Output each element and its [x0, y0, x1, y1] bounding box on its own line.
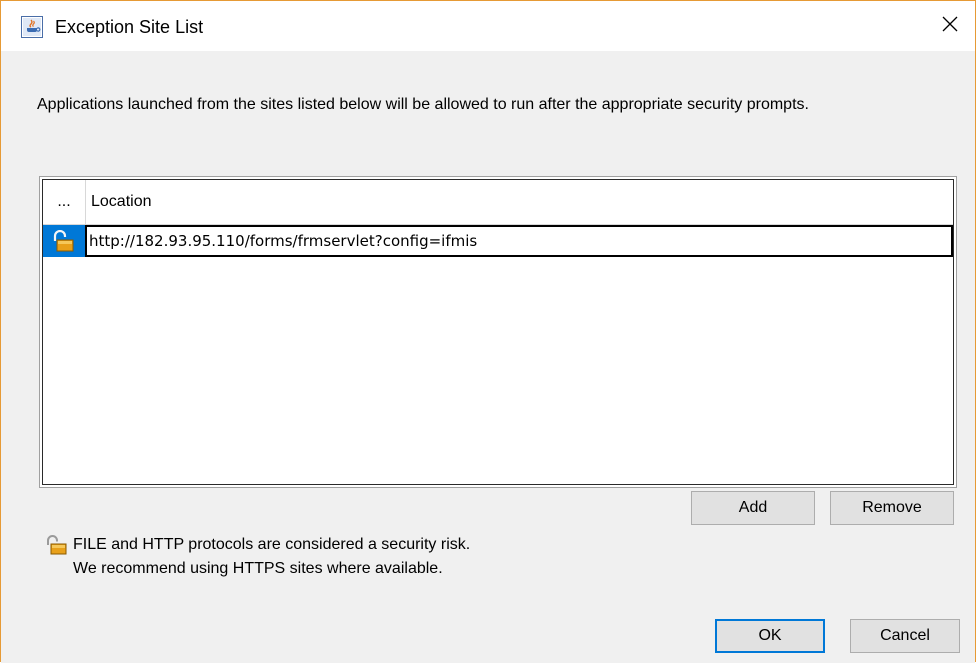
remove-button[interactable]: Remove	[830, 491, 954, 525]
title-bar: Exception Site List	[1, 1, 975, 51]
add-button[interactable]: Add	[691, 491, 815, 525]
description-text: Applications launched from the sites lis…	[37, 96, 809, 113]
site-list-table-inner: ... Location http://182.93.95.110/forms/…	[42, 179, 954, 485]
column-header-location[interactable]: Location	[91, 180, 152, 224]
cancel-button[interactable]: Cancel	[850, 619, 960, 653]
exception-site-list-dialog: Exception Site List Applications launche…	[0, 0, 976, 663]
column-header-icon[interactable]: ...	[43, 180, 86, 224]
close-icon	[942, 16, 958, 32]
security-warning-text: FILE and HTTP protocols are considered a…	[73, 533, 470, 581]
security-warning-line-1: FILE and HTTP protocols are considered a…	[73, 536, 471, 553]
table-row[interactable]: http://182.93.95.110/forms/frmservlet?co…	[43, 225, 953, 257]
ok-button[interactable]: OK	[715, 619, 825, 653]
site-list-table: ... Location http://182.93.95.110/forms/…	[39, 176, 957, 488]
location-edit-field[interactable]: http://182.93.95.110/forms/frmservlet?co…	[85, 225, 953, 257]
unlocked-padlock-icon	[47, 535, 67, 555]
row-icon-cell[interactable]	[43, 225, 85, 257]
java-app-icon	[21, 16, 43, 38]
security-warning-line-2: We recommend using HTTPS sites where ava…	[73, 560, 443, 577]
unlocked-padlock-icon	[53, 230, 74, 252]
dialog-content: Applications launched from the sites lis…	[1, 51, 975, 663]
table-header: ... Location	[43, 180, 953, 225]
window-title: Exception Site List	[55, 17, 204, 37]
close-button[interactable]	[925, 1, 975, 47]
